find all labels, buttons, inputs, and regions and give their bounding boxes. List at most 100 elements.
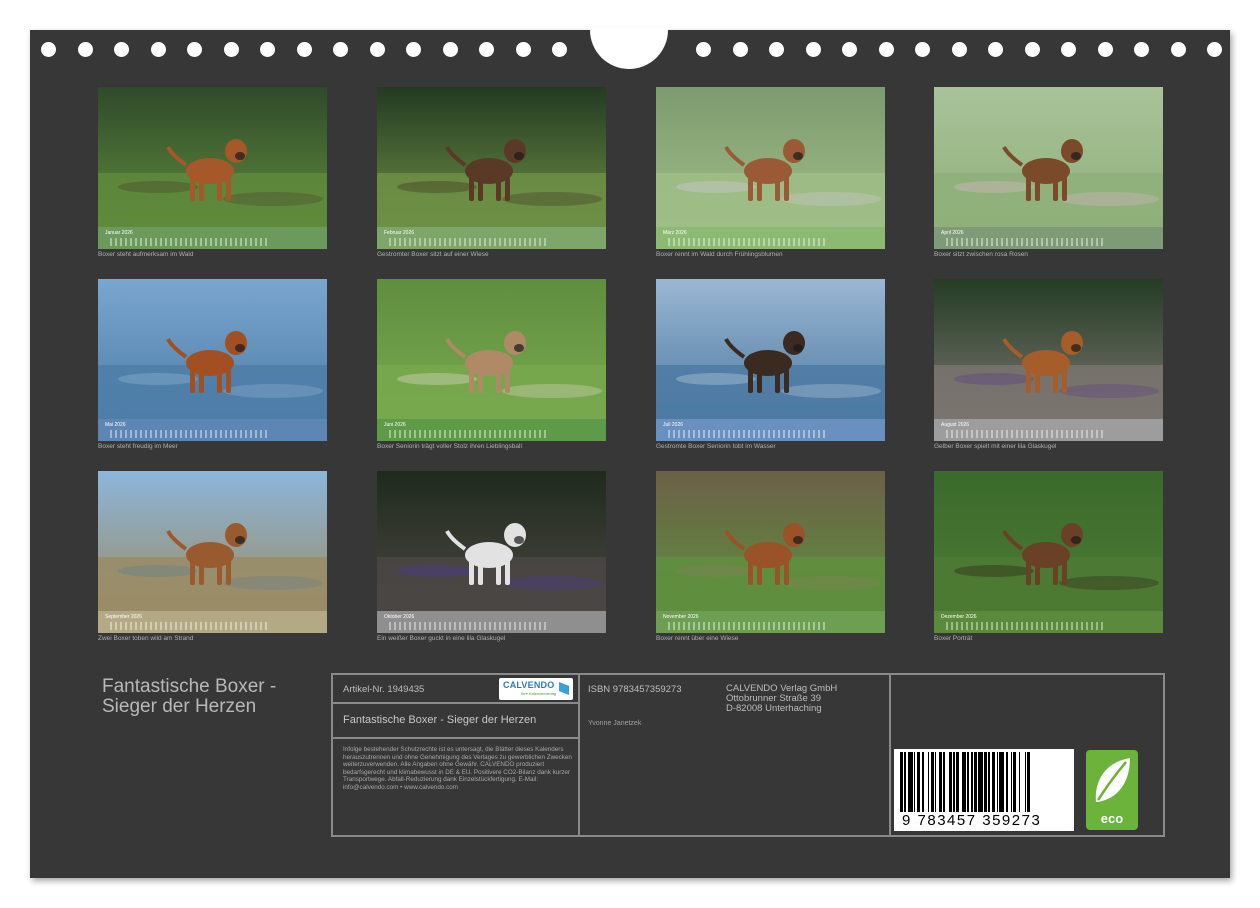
day-grid: [946, 622, 1106, 630]
month-calendar-strip: Februar 2026: [377, 227, 606, 249]
barcode-bar: [914, 752, 916, 812]
binding-hole: [260, 42, 275, 57]
calendar-title: Fantastische Boxer - Sieger der Herzen: [102, 677, 276, 717]
barcode-bar: [930, 752, 934, 812]
month-photo: [656, 471, 885, 611]
month-label: Juli 2026: [663, 422, 684, 428]
binding-hole: [1061, 42, 1076, 57]
month-label: Oktober 2026: [384, 614, 415, 620]
day-grid: [389, 430, 549, 438]
barcode-bar: [961, 752, 966, 812]
barcode-bar: [1013, 752, 1017, 812]
binding-hole: [479, 42, 494, 57]
month-caption: Gelber Boxer spielt mit einer lila Glask…: [934, 443, 1057, 450]
divider: [333, 702, 578, 704]
barcode-bar: [978, 752, 983, 812]
binding-hole: [223, 42, 239, 57]
binding-hole: [41, 42, 56, 57]
binding-hole: [187, 42, 202, 57]
legal-text: Infolge bestehender Schutzrechte ist es …: [343, 746, 572, 791]
month-photo: [656, 279, 885, 419]
binding-hole: [114, 42, 129, 57]
month-calendar-strip: September 2026: [98, 611, 327, 633]
month-photo: [934, 87, 1163, 227]
isbn-barcode: 9 783457 359273: [894, 749, 1074, 831]
month-label: April 2026: [941, 230, 964, 236]
binding-hole: [296, 42, 312, 57]
publisher-address: CALVENDO Verlag GmbH Ottobrunner Straße …: [726, 684, 837, 714]
day-grid: [668, 238, 828, 246]
month-label: März 2026: [663, 230, 687, 236]
barcode-bar: [1027, 752, 1031, 812]
publisher-city: D-82008 Unterhaching: [726, 703, 822, 714]
month-label: November 2026: [663, 614, 699, 620]
barcode-bar: [953, 752, 955, 812]
month-caption: Boxer rennt im Wald durch Frühlingsblume…: [656, 251, 783, 258]
month-photo: [98, 279, 327, 419]
binding-hole: [951, 42, 967, 57]
barcode-bar: [992, 752, 996, 812]
day-grid: [946, 430, 1106, 438]
title-line-2: Sieger der Herzen: [102, 696, 257, 717]
barcode-bar: [935, 752, 937, 812]
binding-hole: [878, 42, 894, 57]
binding-hole: [1207, 42, 1222, 57]
eco-label: eco: [1100, 811, 1124, 826]
barcode-bar: [1024, 752, 1026, 812]
article-number: Artikel-Nr. 1949435: [343, 684, 425, 695]
month-calendar-strip: Juli 2026: [656, 419, 885, 441]
day-grid: [110, 238, 270, 246]
day-grid: [389, 622, 549, 630]
barcode-bar: [956, 752, 959, 812]
barcode-bar: [900, 752, 903, 812]
barcode-bar: [971, 752, 973, 812]
leaf-icon: [1095, 758, 1130, 802]
month-label: Mai 2026: [105, 422, 126, 428]
day-grid: [668, 622, 828, 630]
month-calendar-strip: April 2026: [934, 227, 1163, 249]
isbn: ISBN 9783457359273: [588, 684, 682, 695]
month-calendar-strip: Januar 2026: [98, 227, 327, 249]
month-photo: [934, 471, 1163, 611]
month-caption: Boxer rennt über eine Wiese: [656, 635, 739, 642]
month-label: September 2026: [105, 614, 142, 620]
month-calendar-strip: Oktober 2026: [377, 611, 606, 633]
barcode-bar: [999, 752, 1004, 812]
binding-hole: [77, 42, 93, 57]
barcode-bar: [928, 752, 930, 812]
barcode-bar: [988, 752, 990, 812]
binding-hole: [442, 42, 458, 57]
month-photo: [377, 87, 606, 227]
month-label: Dezember 2026: [941, 614, 977, 620]
month-label: August 2026: [941, 422, 970, 428]
binding-hole: [333, 42, 348, 57]
barcode-bar: [908, 752, 913, 812]
barcode-bar: [967, 752, 969, 812]
binding-hole: [732, 42, 748, 57]
day-grid: [110, 430, 270, 438]
month-photo: [934, 279, 1163, 419]
month-label: Juni 2026: [384, 422, 406, 428]
barcode-bar: [939, 752, 942, 812]
title-line-1: Fantastische Boxer -: [102, 676, 277, 697]
month-caption: Boxer Porträt: [934, 635, 973, 642]
logo-flag-icon: [559, 682, 569, 695]
month-photo: [98, 471, 327, 611]
barcode-bar: [922, 752, 924, 812]
product-title: Fantastische Boxer - Sieger der Herzen: [343, 714, 537, 726]
month-caption: Boxer sitzt zwischen rosa Rosen: [934, 251, 1028, 258]
eco-badge: eco: [1086, 750, 1138, 830]
barcode-bars: [900, 752, 1068, 812]
divider: [889, 675, 891, 835]
month-calendar-strip: Mai 2026: [98, 419, 327, 441]
divider: [333, 737, 578, 739]
author: Yvonne Janetzek: [588, 720, 642, 727]
logo-text: CALVENDO: [503, 680, 555, 690]
binding-hole: [988, 42, 1003, 57]
day-grid: [668, 430, 828, 438]
month-calendar-strip: November 2026: [656, 611, 885, 633]
barcode-bar: [1019, 752, 1021, 812]
binding-hole: [1097, 42, 1113, 57]
binding-hole: [696, 42, 711, 57]
day-grid: [110, 622, 270, 630]
